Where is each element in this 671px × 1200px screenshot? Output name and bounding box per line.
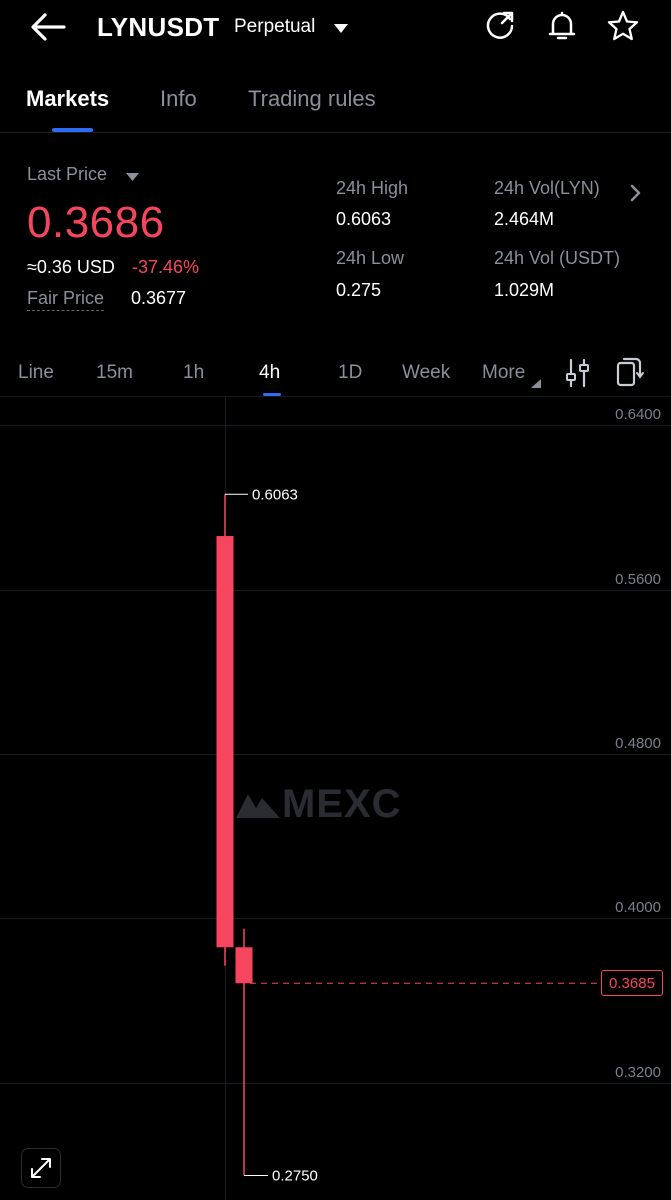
tabs-divider [0, 132, 671, 133]
usd-value: ≈0.36 USD [27, 257, 115, 277]
high-value: 0.6063 [336, 209, 392, 229]
interval-4h[interactable]: 4h [259, 362, 280, 384]
rotate-screen-icon[interactable] [614, 356, 644, 393]
expand-icon [31, 1158, 51, 1178]
price-change: -37.46% [132, 257, 200, 277]
current-price-badge: 0.3685 [601, 970, 663, 996]
vol-usdt-label: 24h Vol (USDT) [494, 248, 621, 268]
last-price-value: 0.3686 [27, 198, 165, 247]
interval-line[interactable]: Line [18, 362, 54, 384]
last-price-label[interactable]: Last Price [27, 164, 107, 185]
low-marker-label: 0.2750 [272, 1168, 318, 1185]
chevron-right-icon[interactable] [630, 184, 642, 207]
low-label: 24h Low [336, 248, 405, 268]
candles-svg: 0.6063 0.2750 [216, 486, 601, 1185]
fair-price-value: 0.3677 [131, 288, 187, 308]
vol-usdt-value: 1.029M [494, 280, 555, 300]
interval-15m[interactable]: 15m [96, 362, 133, 384]
low-value: 0.275 [336, 280, 382, 300]
interval-1h[interactable]: 1h [183, 362, 204, 384]
interval-more[interactable]: More [482, 362, 525, 384]
tab-markets[interactable]: Markets [26, 86, 109, 112]
interval-1d[interactable]: 1D [338, 362, 362, 384]
candle-body [235, 947, 253, 984]
back-arrow-icon [31, 13, 66, 41]
candle-body [216, 536, 234, 948]
back-button[interactable] [28, 10, 68, 44]
fullscreen-button[interactable] [21, 1148, 61, 1188]
interval-week[interactable]: Week [402, 362, 450, 384]
tab-trading-rules[interactable]: Trading rules [248, 86, 376, 112]
indicator-settings-icon[interactable] [564, 358, 592, 393]
tab-info[interactable]: Info [160, 86, 197, 112]
contract-type[interactable]: Perpetual [234, 16, 315, 38]
vol-lyn-label: 24h Vol(LYN) [494, 178, 600, 198]
caret-down-icon[interactable] [126, 169, 139, 187]
high-marker-label: 0.6063 [252, 486, 298, 503]
vol-lyn-value: 2.464M [494, 209, 555, 229]
more-caret-icon[interactable] [531, 375, 541, 393]
star-icon[interactable] [606, 9, 640, 43]
symbol-title[interactable]: LYNUSDT [97, 12, 220, 43]
bell-icon[interactable] [545, 9, 579, 43]
caret-down-icon[interactable] [334, 21, 348, 39]
high-label: 24h High [336, 178, 409, 198]
fair-price-label[interactable]: Fair Price [27, 288, 105, 311]
share-refresh-icon[interactable] [483, 9, 517, 43]
